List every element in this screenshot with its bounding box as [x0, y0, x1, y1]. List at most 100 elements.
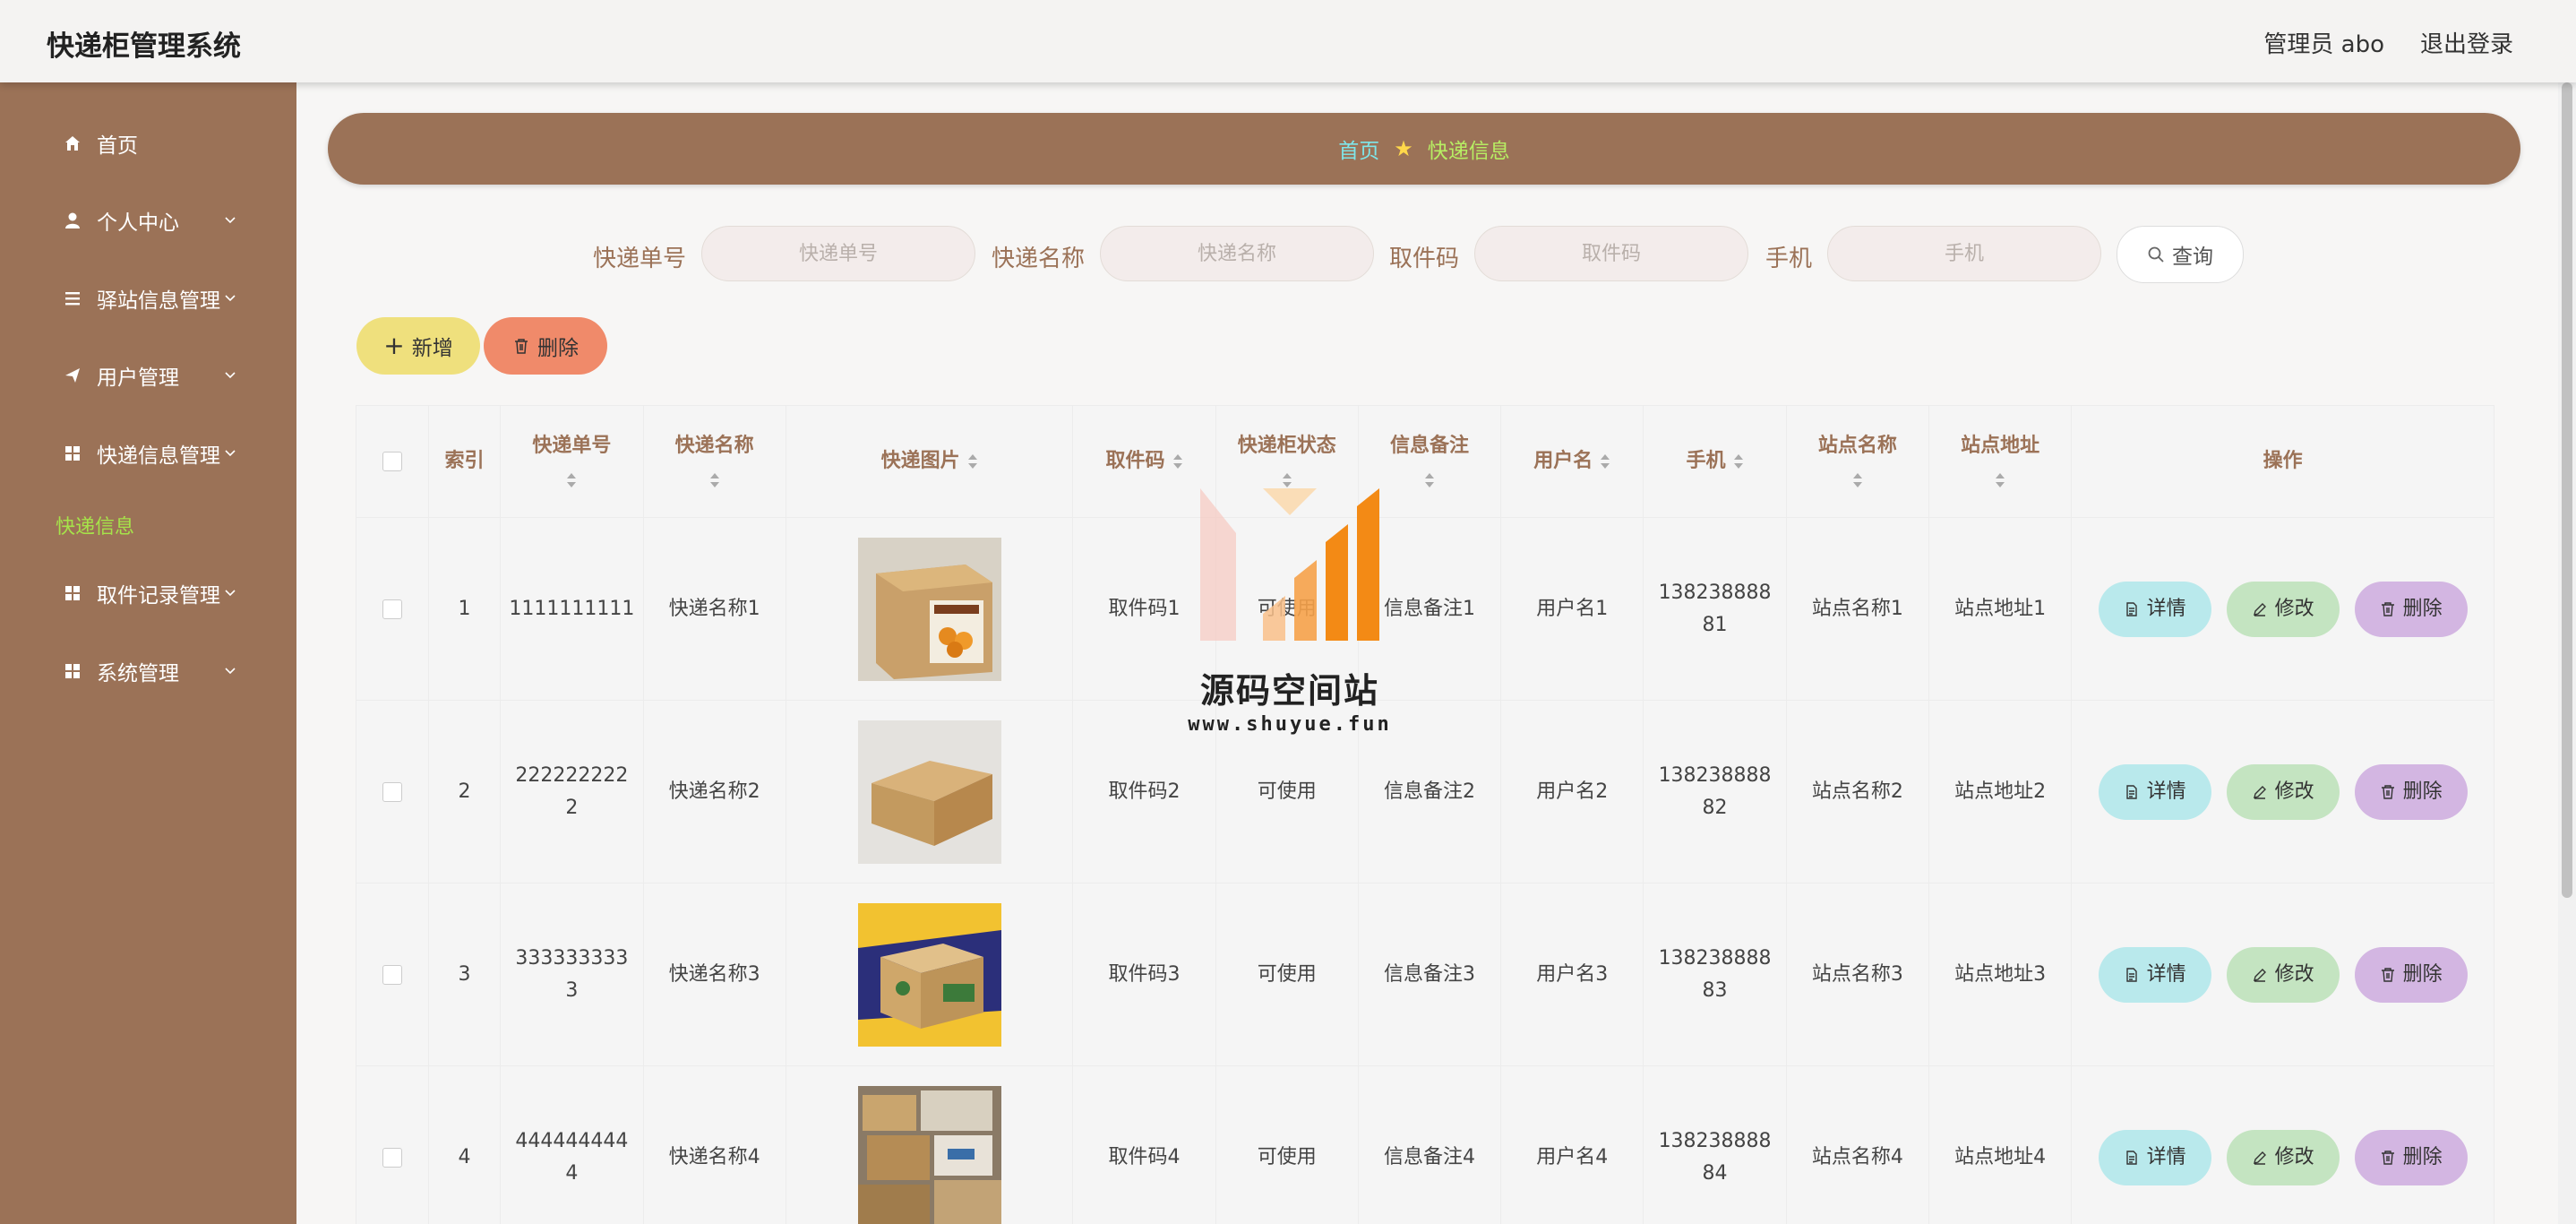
- sort-icon[interactable]: [1172, 453, 1183, 470]
- sort-icon[interactable]: [709, 471, 720, 489]
- add-button[interactable]: + 新增: [356, 317, 480, 375]
- col-info-note[interactable]: 信息备注: [1357, 405, 1502, 518]
- cell-username: 用户名1: [1500, 517, 1644, 701]
- col-label: 取件码: [1105, 449, 1165, 472]
- logout-link[interactable]: 退出登录: [2420, 26, 2513, 59]
- document-icon: [2125, 967, 2137, 982]
- sidebar-item-home[interactable]: 首页: [0, 116, 296, 170]
- edit-button[interactable]: 修改: [2226, 1129, 2340, 1185]
- phone-input[interactable]: [1827, 226, 2101, 281]
- row-select-cell: [356, 517, 429, 701]
- express-image-plain-box[interactable]: [857, 720, 1001, 864]
- col-tracking-number[interactable]: 快递单号: [500, 405, 644, 518]
- delete-button[interactable]: 删除: [2354, 946, 2468, 1003]
- col-label: 快递名称: [674, 434, 754, 457]
- cell-locker-status: 可使用: [1215, 1065, 1359, 1224]
- sidebar-item-label: 快递信息管理: [97, 444, 220, 468]
- row-select-cell: [356, 1065, 429, 1224]
- col-pickup-code[interactable]: 取件码: [1072, 405, 1216, 518]
- row-checkbox[interactable]: [382, 1147, 402, 1168]
- sort-icon[interactable]: [1600, 453, 1610, 470]
- app-title: 快递柜管理系统: [47, 30, 241, 63]
- chevron-down-icon: [225, 668, 236, 675]
- search-bar: 快递单号 快递名称 取件码 手机 查询: [296, 226, 2576, 285]
- col-express-image[interactable]: 快递图片: [785, 405, 1074, 518]
- express-name-input[interactable]: [1100, 226, 1374, 281]
- edit-icon: [2253, 968, 2266, 982]
- sidebar-item-label: 首页: [97, 134, 138, 158]
- trash-icon: [2381, 1150, 2394, 1165]
- row-checkbox[interactable]: [382, 781, 402, 802]
- detail-button[interactable]: 详情: [2098, 763, 2211, 820]
- sidebar-item-pickup-records[interactable]: 取件记录管理: [0, 566, 296, 620]
- delete-button[interactable]: 删除: [2354, 763, 2468, 820]
- cell-username: 用户名2: [1500, 700, 1644, 884]
- express-image-box-oranges[interactable]: [857, 537, 1001, 681]
- delete-button[interactable]: 删除: [2354, 581, 2468, 637]
- admin-user-label[interactable]: 管理员 abo: [2263, 26, 2384, 59]
- col-label: 用户名: [1533, 449, 1593, 472]
- col-express-name[interactable]: 快递名称: [642, 405, 786, 518]
- phone-line: 138238888: [1658, 764, 1772, 788]
- tracking-number-input[interactable]: [701, 226, 975, 281]
- sort-icon[interactable]: [1282, 471, 1292, 489]
- sidebar-item-profile[interactable]: 个人中心: [0, 194, 296, 247]
- edit-button[interactable]: 修改: [2226, 763, 2340, 820]
- sort-icon[interactable]: [566, 471, 577, 489]
- col-phone[interactable]: 手机: [1643, 405, 1787, 518]
- detail-button[interactable]: 详情: [2098, 1129, 2211, 1185]
- col-username[interactable]: 用户名: [1500, 405, 1644, 518]
- express-image-printed-box[interactable]: [857, 902, 1001, 1047]
- sort-icon[interactable]: [967, 453, 978, 470]
- col-operations: 操作: [2071, 405, 2494, 518]
- row-checkbox[interactable]: [382, 599, 402, 619]
- pickup-code-input[interactable]: [1474, 226, 1748, 281]
- col-locker-status[interactable]: 快递柜状态: [1215, 405, 1359, 518]
- tracking-line: 444444444: [515, 1130, 629, 1153]
- page-scrollbar[interactable]: [2558, 82, 2576, 1224]
- col-site-name[interactable]: 站点名称: [1785, 405, 1929, 518]
- table-row: 3 333333333 3 快递名称3 取件码3 可使用 信息备注3 用户名3 …: [356, 883, 2494, 1066]
- cell-locker-status: 可使用: [1215, 883, 1359, 1066]
- sort-icon[interactable]: [1995, 471, 2005, 489]
- cell-site-address: 站点地址4: [1928, 1065, 2073, 1224]
- page-scrollbar-thumb[interactable]: [2562, 82, 2572, 898]
- main-content: 首页 ★ 快递信息 快递单号 快递名称 取件码 手机 查询 + 新增 删除: [296, 82, 2576, 1224]
- edit-button[interactable]: 修改: [2226, 946, 2340, 1003]
- send-icon: [63, 366, 82, 385]
- cell-site-address: 站点地址2: [1928, 700, 2073, 884]
- sidebar-item-label: 系统管理: [97, 662, 179, 685]
- batch-delete-button[interactable]: 删除: [484, 317, 607, 375]
- select-all-checkbox[interactable]: [382, 451, 402, 471]
- detail-label: 详情: [2146, 597, 2186, 620]
- detail-button[interactable]: 详情: [2098, 581, 2211, 637]
- col-site-address[interactable]: 站点地址: [1928, 405, 2073, 518]
- sort-icon[interactable]: [1852, 471, 1863, 489]
- sidebar-item-station[interactable]: 驿站信息管理: [0, 272, 296, 325]
- detail-button[interactable]: 详情: [2098, 946, 2211, 1003]
- row-checkbox[interactable]: [382, 964, 402, 985]
- express-image-parcel-pile[interactable]: [857, 1085, 1001, 1224]
- phone-line: 81: [1702, 613, 1728, 636]
- sidebar-item-express[interactable]: 快递信息管理: [0, 427, 296, 480]
- sidebar-item-users[interactable]: 用户管理: [0, 349, 296, 402]
- query-button[interactable]: 查询: [2117, 226, 2244, 283]
- breadcrumb-home-link[interactable]: 首页: [1338, 134, 1379, 164]
- cell-site-name: 站点名称1: [1785, 517, 1929, 701]
- chevron-down-icon: [225, 372, 236, 379]
- sort-icon[interactable]: [1424, 471, 1435, 489]
- edit-icon: [2253, 1151, 2266, 1165]
- sidebar-item-system[interactable]: 系统管理: [0, 644, 296, 698]
- cell-tracking-number: 222222222 2: [500, 700, 644, 884]
- cell-pickup-code: 取件码4: [1072, 1065, 1216, 1224]
- cell-index: 1: [427, 517, 502, 701]
- cell-express-image: [785, 700, 1074, 884]
- sort-icon[interactable]: [1733, 453, 1744, 470]
- col-label: 站点名称: [1817, 434, 1897, 457]
- delete-button[interactable]: 删除: [2354, 1129, 2468, 1185]
- edit-button[interactable]: 修改: [2226, 581, 2340, 637]
- sidebar-subitem-express-info[interactable]: 快递信息: [56, 511, 134, 539]
- phone-line: 138238888: [1658, 947, 1772, 970]
- phone-line: 84: [1702, 1161, 1728, 1185]
- tracking-line: 222222222: [515, 764, 629, 788]
